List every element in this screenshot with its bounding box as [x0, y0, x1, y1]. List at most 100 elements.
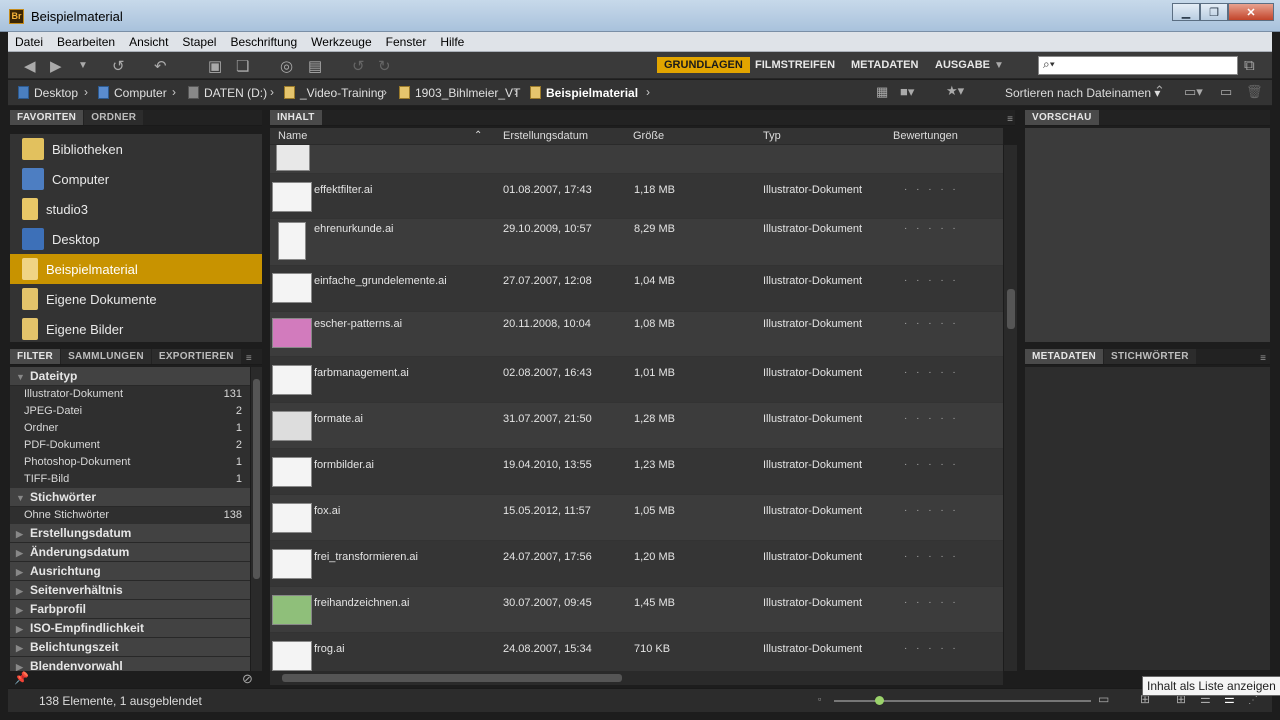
sort-dropdown[interactable]: Sortieren nach Dateinamen ▾	[1005, 86, 1160, 100]
recent-folder-icon[interactable]: ↺	[112, 57, 125, 75]
filter-category[interactable]: ▶ Erstellungsdatum	[10, 524, 250, 543]
menu-bearbeiten[interactable]: Bearbeiten	[50, 35, 122, 49]
menu-hilfe[interactable]: Hilfe	[433, 35, 471, 49]
rating-dots[interactable]: · · · · ·	[904, 413, 959, 424]
crumb-current[interactable]: Beispielmaterial	[530, 86, 638, 100]
filter-scrollbar[interactable]	[250, 367, 262, 671]
filter-category[interactable]: ▶ ISO-Empfindlichkeit	[10, 619, 250, 638]
filter-item[interactable]: PDF-Dokument 2	[10, 437, 250, 454]
favorite-computer[interactable]: Computer	[10, 164, 262, 194]
tab-stichwoerter[interactable]: STICHWÖRTER	[1104, 349, 1196, 364]
filter-item[interactable]: Ordner 1	[10, 420, 250, 437]
menu-werkzeuge[interactable]: Werkzeuge	[304, 35, 378, 49]
favorite-eigene-dokumente[interactable]: Eigene Dokumente	[10, 284, 262, 314]
scrollbar-thumb[interactable]	[282, 674, 622, 682]
small-thumbnail-icon[interactable]: ▫	[818, 694, 821, 704]
table-row[interactable]: fox.ai 15.05.2012, 11:57 1,05 MB Illustr…	[270, 495, 1003, 541]
back-arrow-icon[interactable]: ◀	[24, 57, 36, 75]
filter-item[interactable]: Ohne Stichwörter 138	[10, 507, 250, 524]
thumbnail-size-slider[interactable]	[834, 696, 1091, 705]
table-row[interactable]: frog.ai 24.08.2007, 15:34 710 KB Illustr…	[270, 633, 1003, 671]
rating-dots[interactable]: · · · · ·	[904, 597, 959, 608]
trash-icon[interactable]: 🗑	[1246, 84, 1263, 100]
favorite-studio3[interactable]: studio3	[10, 194, 262, 224]
favorite-eigene-bilder[interactable]: Eigene Bilder	[10, 314, 262, 344]
camera-raw-icon[interactable]: ◎	[280, 57, 293, 75]
table-row[interactable]: effektfilter.ai 01.08.2007, 17:43 1,18 M…	[270, 174, 1003, 219]
filter-items-icon[interactable]: ■▾	[900, 84, 914, 100]
menu-stapel[interactable]: Stapel	[175, 35, 223, 49]
filter-item[interactable]: TIFF-Bild 1	[10, 471, 250, 488]
column-name[interactable]: Name	[278, 130, 307, 142]
filter-category[interactable]: ▶ Blendenvorwahl	[10, 657, 250, 671]
table-row[interactable]: escher-patterns.ai 20.11.2008, 10:04 1,0…	[270, 312, 1003, 357]
tab-vorschau[interactable]: VORSCHAU	[1025, 110, 1099, 125]
history-dropdown-icon[interactable]: ▼	[78, 60, 88, 71]
new-folder-icon[interactable]: ▭	[1220, 84, 1232, 100]
rating-dots[interactable]: · · · · ·	[904, 318, 959, 329]
crumb-computer[interactable]: Computer	[98, 86, 167, 100]
content-hscrollbar[interactable]	[270, 671, 1003, 685]
panel-menu-icon[interactable]: ≡	[1260, 353, 1266, 364]
open-recent-icon[interactable]: ▭▾	[1184, 84, 1203, 100]
tab-exportieren[interactable]: EXPORTIEREN	[151, 349, 241, 364]
chevron-right-icon[interactable]: ›	[270, 85, 274, 99]
filter-item[interactable]: Illustrator-Dokument 131	[10, 386, 250, 403]
filter-category[interactable]: ▶ Ausrichtung	[10, 562, 250, 581]
workspace-grundlagen[interactable]: GRUNDLAGEN	[657, 57, 750, 73]
filter-category[interactable]: ▶ Farbprofil	[10, 600, 250, 619]
filter-category-stichwoerter[interactable]: ▼ Stichwörter	[10, 488, 250, 507]
rating-dots[interactable]: · · · · ·	[904, 643, 959, 654]
rating-dots[interactable]: · · · · ·	[904, 505, 959, 516]
table-row[interactable]: freihandzeichnen.ai 30.07.2007, 09:45 1,…	[270, 587, 1003, 633]
quality-icon[interactable]: ▦	[876, 84, 888, 100]
favorite-beispielmaterial[interactable]: Beispielmaterial	[10, 254, 262, 284]
compact-mode-icon[interactable]: ⧉	[1244, 57, 1255, 74]
table-row[interactable]: ehrenurkunde.ai 29.10.2009, 10:57 8,29 M…	[270, 219, 1003, 266]
crumb-video-training[interactable]: _Video-Training	[284, 86, 384, 100]
tab-sammlungen[interactable]: SAMMLUNGEN	[61, 349, 151, 364]
table-row[interactable]: einfache_grundelemente.ai 27.07.2007, 12…	[270, 266, 1003, 312]
output-icon[interactable]: ▤	[308, 57, 322, 75]
tab-filter[interactable]: FILTER	[10, 349, 61, 364]
column-rating[interactable]: Bewertungen	[893, 130, 958, 142]
filter-item[interactable]: JPEG-Datei 2	[10, 403, 250, 420]
large-thumbnail-icon[interactable]: ▭	[1098, 692, 1109, 706]
table-row[interactable]: formbilder.ai 19.04.2010, 13:55 1,23 MB …	[270, 449, 1003, 495]
refine-icon[interactable]: ❏	[236, 57, 249, 75]
scrollbar-thumb[interactable]	[1007, 289, 1015, 329]
favorite-bibliotheken[interactable]: Bibliotheken	[10, 134, 262, 164]
crumb-desktop[interactable]: Desktop	[18, 86, 78, 100]
boomerang-icon[interactable]: ↶	[154, 57, 167, 75]
workspace-ausgabe[interactable]: AUSGABE	[928, 57, 997, 73]
clear-filter-icon[interactable]: ⊘	[242, 671, 253, 687]
filter-item[interactable]: Photoshop-Dokument 1	[10, 454, 250, 471]
close-button[interactable]: ✕	[1228, 3, 1274, 21]
filter-category[interactable]: ▶ Belichtungszeit	[10, 638, 250, 657]
rating-dots[interactable]: · · · · ·	[904, 367, 959, 378]
maximize-button[interactable]: ❐	[1200, 3, 1228, 21]
forward-arrow-icon[interactable]: ▶	[50, 57, 62, 75]
workspace-metadaten[interactable]: METADATEN	[844, 57, 925, 73]
resize-grip-icon[interactable]: ⋰	[1248, 695, 1258, 706]
filter-category-dateityp[interactable]: ▼ Dateityp	[10, 367, 250, 386]
table-row[interactable]: formate.ai 31.07.2007, 21:50 1,28 MB Ill…	[270, 403, 1003, 449]
tab-metadaten[interactable]: METADATEN	[1025, 349, 1103, 364]
minimize-button[interactable]: ▁	[1172, 3, 1200, 21]
camera-icon[interactable]: ▣	[208, 57, 222, 75]
favorite-desktop[interactable]: Desktop	[10, 224, 262, 254]
tab-inhalt[interactable]: INHALT	[270, 110, 322, 125]
column-type[interactable]: Typ	[763, 130, 781, 142]
chevron-right-icon[interactable]: ›	[514, 85, 518, 99]
chevron-right-icon[interactable]: ›	[84, 85, 88, 99]
sort-ascending-icon[interactable]: ⌃	[1154, 83, 1165, 99]
table-row[interactable]: farbmanagement.ai 02.08.2007, 16:43 1,01…	[270, 357, 1003, 403]
rating-dots[interactable]: · · · · ·	[904, 551, 959, 562]
rating-dots[interactable]: · · · · ·	[904, 275, 959, 286]
menu-fenster[interactable]: Fenster	[379, 35, 434, 49]
filter-category[interactable]: ▶ Seitenverhältnis	[10, 581, 250, 600]
content-scrollbar[interactable]	[1003, 145, 1017, 671]
menu-datei[interactable]: Datei	[8, 35, 50, 49]
rating-dots[interactable]: · · · · ·	[904, 459, 959, 470]
column-size[interactable]: Größe	[633, 130, 664, 142]
